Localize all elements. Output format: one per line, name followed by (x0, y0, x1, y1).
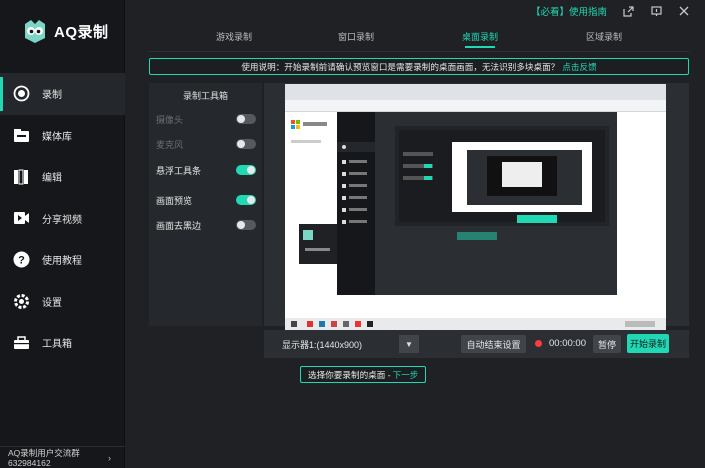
start-recording-label: 开始录制 (629, 339, 666, 349)
tabs-divider (149, 51, 689, 52)
start-recording-button[interactable]: 开始录制 (627, 334, 669, 353)
next-step-link[interactable]: 下一步 (393, 369, 419, 381)
sidebar-item-settings[interactable]: 设置 (0, 281, 125, 323)
toolbox-icon (12, 334, 30, 352)
feedback-link[interactable]: 点击反馈 (562, 61, 596, 73)
display-dropdown-button[interactable]: ▼ (399, 335, 419, 353)
tab-area-recording[interactable]: 区域录制 (586, 30, 622, 43)
title-bar: 【必看】使用指南 (531, 0, 705, 22)
feedback-icon[interactable] (649, 4, 663, 18)
select-desktop-hint: 选择你要录制的桌面 - 下一步 (300, 366, 427, 383)
edit-icon (12, 168, 30, 186)
chevron-right-icon: › (108, 453, 111, 463)
usage-guide-link[interactable]: 【必看】使用指南 (531, 4, 607, 18)
desktop-preview-image (285, 84, 666, 330)
sidebar-item-label: 媒体库 (42, 131, 72, 143)
usage-notice: 使用说明：开始录制前请确认预览窗口是需要录制的桌面画面，无法识别多块桌面？ 点击… (149, 58, 689, 75)
recording-indicator-dot (535, 340, 542, 347)
close-icon[interactable] (677, 4, 691, 18)
sidebar-item-label: 分享视频 (42, 214, 82, 226)
pause-button[interactable]: 暂停 (593, 335, 621, 353)
toolbox-title: 录制工具箱 (182, 91, 228, 101)
toolbox-row-microphone: 麦克风 (156, 136, 256, 152)
user-group-label: AQ录制用户交流群 (8, 447, 80, 458)
app-logo: AQ录制 (22, 18, 109, 44)
display-select-value: 显示器1:(1440x900) (282, 339, 363, 350)
svg-text:?: ? (18, 255, 25, 267)
sidebar: AQ录制 录制 媒体库 编辑 分享视频 ? 使用教程 设置 工具箱 AQ录制用户… (0, 0, 125, 468)
toolbox-row-preview: 画面预览 (156, 192, 256, 208)
sidebar-item-toolbox[interactable]: 工具箱 (0, 322, 125, 364)
chevron-down-icon: ▼ (405, 339, 413, 349)
export-icon[interactable] (621, 4, 635, 18)
help-icon: ? (12, 251, 30, 269)
recording-toolbox: 录制工具箱 摄像头 麦克风 悬浮工具条 画面预览 画面去黑边 (149, 83, 262, 326)
sidebar-item-record[interactable]: 录制 (0, 73, 125, 115)
usage-notice-text: 使用说明：开始录制前请确认预览窗口是需要录制的桌面画面，无法识别多块桌面？ (241, 61, 560, 72)
pause-label: 暂停 (597, 339, 616, 350)
auto-stop-settings-button[interactable]: 自动结束设置 (461, 335, 526, 353)
select-desktop-hint-text: 选择你要录制的桌面 - (308, 369, 391, 380)
microphone-toggle[interactable] (236, 139, 256, 149)
active-tab-indicator (465, 46, 495, 48)
remove-black-borders-label: 画面去黑边 (156, 220, 202, 231)
recording-timer: 00:00:00 (549, 338, 586, 349)
tab-desktop-recording[interactable]: 桌面录制 (462, 30, 498, 43)
app-name: AQ录制 (54, 23, 109, 41)
user-group-footer[interactable]: AQ录制用户交流群 632984162 › (0, 446, 125, 468)
share-video-icon (12, 209, 30, 227)
microphone-label: 麦克风 (156, 139, 184, 150)
sidebar-item-edit[interactable]: 编辑 (0, 156, 125, 198)
sidebar-item-tutorial[interactable]: ? 使用教程 (0, 239, 125, 281)
camera-toggle[interactable] (236, 114, 256, 124)
record-icon (12, 85, 30, 103)
user-group-number: 632984162 (8, 457, 51, 468)
tab-window-recording[interactable]: 窗口录制 (338, 30, 374, 43)
remove-black-borders-toggle[interactable] (236, 220, 256, 230)
sidebar-item-label: 使用教程 (42, 256, 82, 268)
sidebar-item-label: 工具箱 (42, 339, 72, 351)
sidebar-nav: 录制 媒体库 编辑 分享视频 ? 使用教程 设置 工具箱 (0, 73, 125, 364)
settings-icon (12, 292, 30, 310)
preview-toggle[interactable] (236, 195, 256, 205)
camera-label: 摄像头 (156, 114, 184, 125)
floating-toolbar-label: 悬浮工具条 (156, 165, 202, 176)
toolbox-row-camera: 摄像头 (156, 111, 256, 127)
sidebar-item-label: 编辑 (42, 173, 62, 185)
tab-game-recording[interactable]: 游戏录制 (216, 30, 252, 43)
sidebar-item-media-library[interactable]: 媒体库 (0, 115, 125, 157)
media-library-icon (12, 126, 30, 144)
preview-label: 画面预览 (156, 195, 193, 206)
logo-icon (22, 18, 48, 44)
auto-stop-settings-label: 自动结束设置 (466, 339, 521, 350)
sidebar-item-label: 录制 (42, 90, 62, 102)
sidebar-item-label: 设置 (42, 297, 62, 309)
recording-mode-tabs: 游戏录制 窗口录制 桌面录制 区域录制 (149, 24, 689, 50)
sidebar-item-share-video[interactable]: 分享视频 (0, 198, 125, 240)
toolbox-row-remove-black-borders: 画面去黑边 (156, 217, 256, 233)
display-select[interactable]: 显示器1:(1440x900) (278, 336, 396, 352)
floating-toolbar-toggle[interactable] (236, 165, 256, 175)
toolbox-row-floating-toolbar: 悬浮工具条 (156, 162, 256, 178)
